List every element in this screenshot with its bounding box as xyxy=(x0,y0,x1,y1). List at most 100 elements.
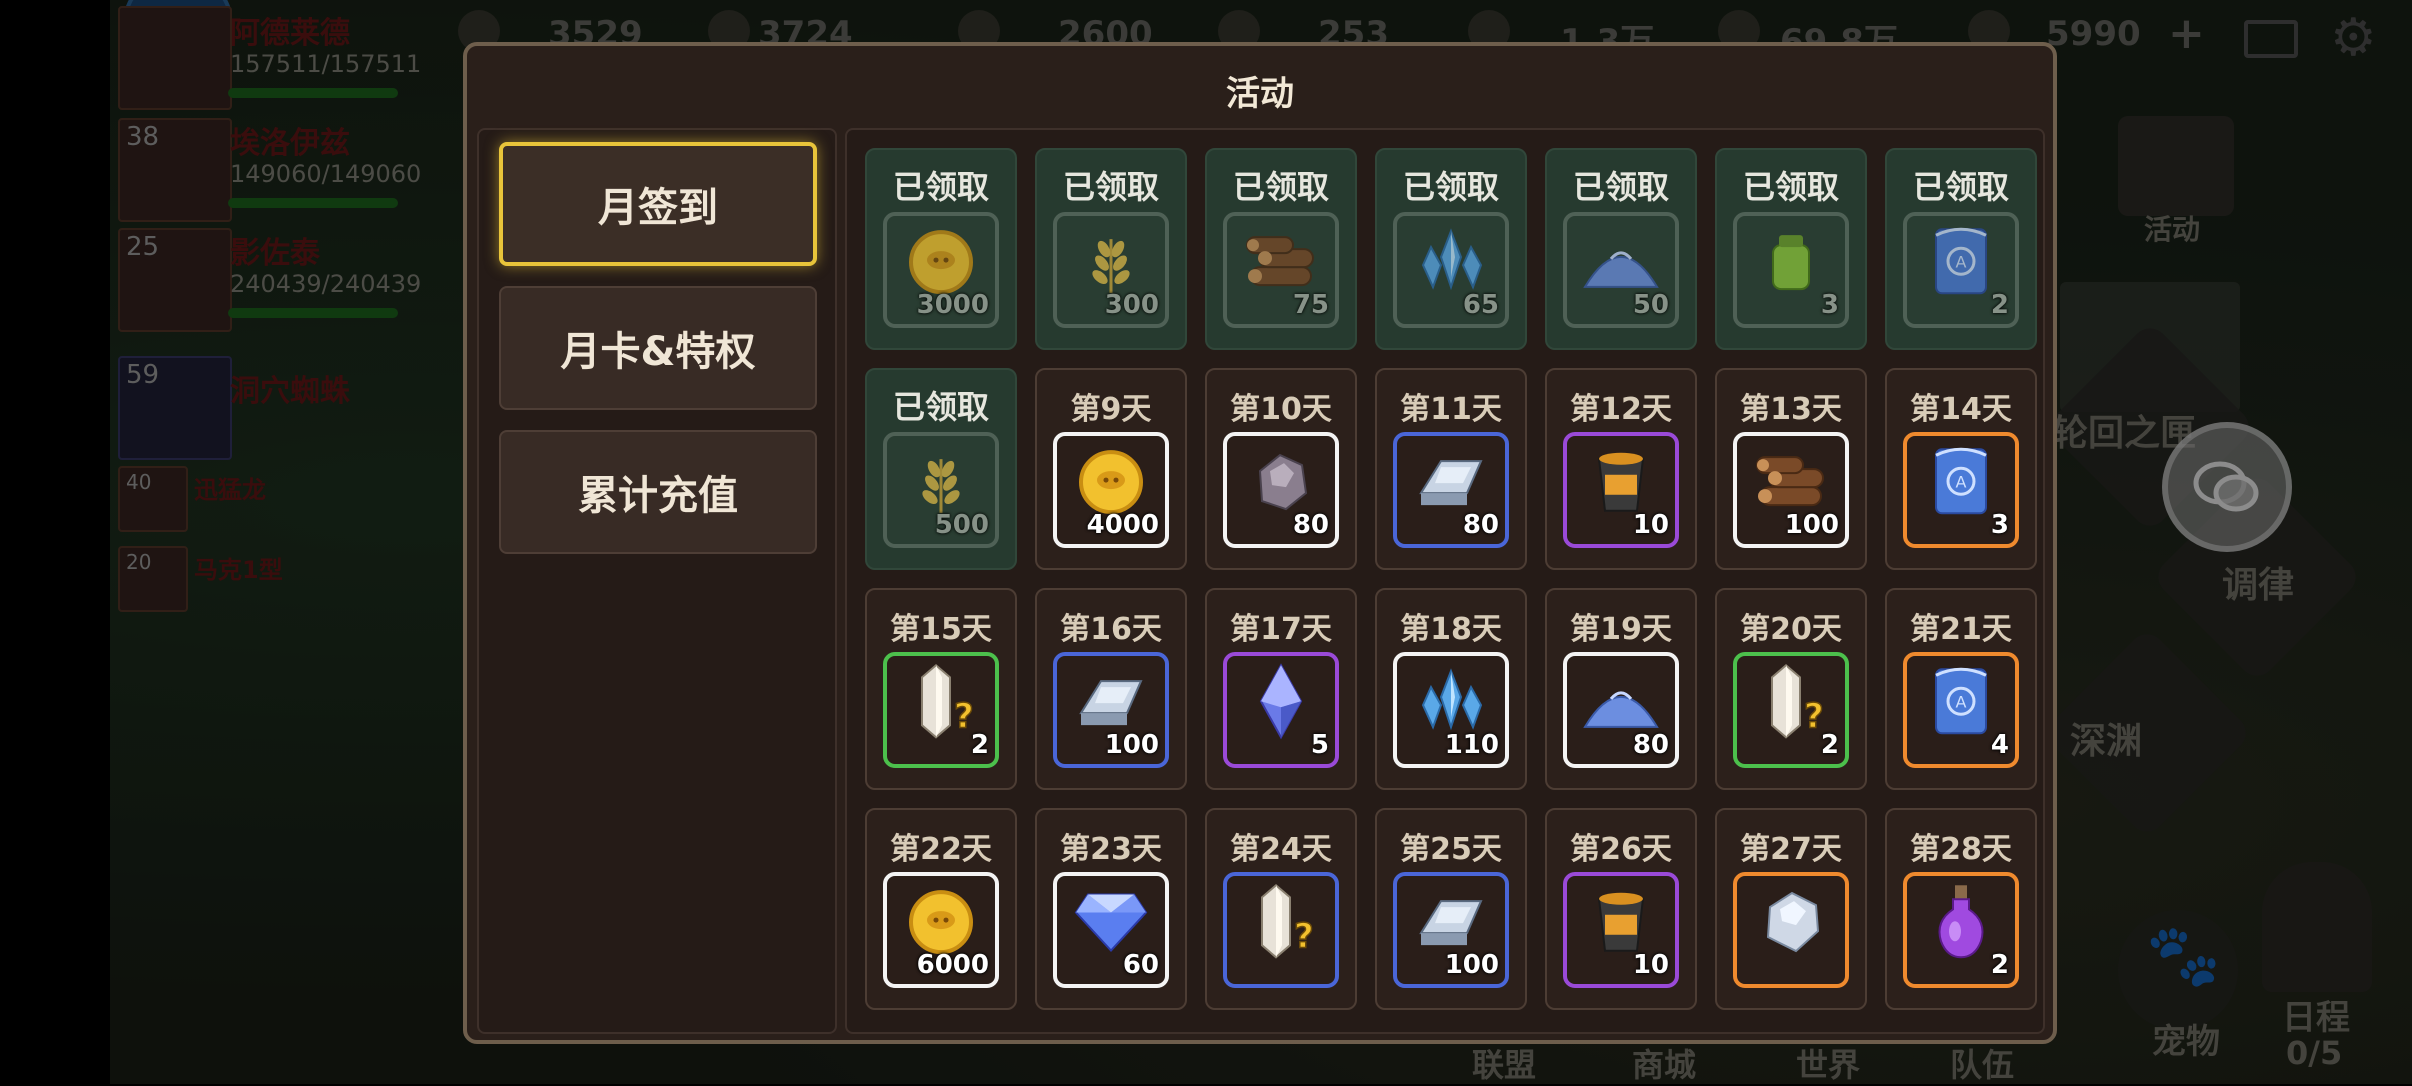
reward-quantity: 10 xyxy=(1632,950,1669,980)
day-label: 第18天 xyxy=(1400,612,1502,647)
reward-quantity: 50 xyxy=(1632,290,1669,320)
reward-quantity: 3 xyxy=(1990,510,2009,540)
day-reward-cell[interactable]: 第27天 xyxy=(1715,808,1867,1010)
day-reward-cell[interactable]: 第17天 5 xyxy=(1205,588,1357,790)
reward-item-slot[interactable]: 5 xyxy=(1223,652,1339,768)
reward-item-slot[interactable]: 4000 xyxy=(1053,432,1169,548)
reward-item-slot[interactable]: A2 xyxy=(1903,212,2019,328)
day-reward-cell[interactable]: 第14天 A 3 xyxy=(1885,368,2037,570)
reward-item-slot[interactable]: ? 2 xyxy=(1733,652,1849,768)
day-reward-claimed[interactable]: 已领取 A 2 xyxy=(1885,148,2037,350)
reward-item-slot[interactable]: 80 xyxy=(1223,432,1339,548)
scroll-icon: A xyxy=(1926,661,1996,745)
diamond-icon xyxy=(1074,891,1148,959)
day-reward-cell[interactable]: 第16天 100 xyxy=(1035,588,1187,790)
day-reward-cell[interactable]: 第10天 80 xyxy=(1205,368,1357,570)
day-label: 第16天 xyxy=(1060,612,1162,647)
day-reward-cell[interactable]: 第23天 60 xyxy=(1035,808,1187,1010)
svg-text:A: A xyxy=(1956,252,1967,271)
reward-quantity: 5 xyxy=(1310,730,1329,760)
reward-item-slot[interactable]: A4 xyxy=(1903,652,2019,768)
reward-quantity: 80 xyxy=(1632,730,1669,760)
reward-quantity: 100 xyxy=(1444,950,1499,980)
day-label: 第20天 xyxy=(1740,612,1842,647)
day-reward-claimed[interactable]: 已领取 300 xyxy=(1035,148,1187,350)
day-label: 第22天 xyxy=(890,832,992,867)
reward-quantity: 300 xyxy=(1104,290,1159,320)
reward-item-slot[interactable] xyxy=(1733,872,1849,988)
reward-item-slot[interactable]: ? xyxy=(1223,872,1339,988)
reward-item-slot[interactable]: 110 xyxy=(1393,652,1509,768)
day-reward-cell[interactable]: 第24天? xyxy=(1205,808,1357,1010)
day-label: 第14天 xyxy=(1910,392,2012,427)
reward-item-slot[interactable]: 50 xyxy=(1563,212,1679,328)
day-reward-claimed[interactable]: 已领取 75 xyxy=(1205,148,1357,350)
reward-item-slot[interactable]: 100 xyxy=(1393,872,1509,988)
day-label: 第23天 xyxy=(1060,832,1162,867)
reward-quantity: 60 xyxy=(1122,950,1159,980)
claimed-label: 已领取 xyxy=(1912,168,2009,206)
tab-monthly-signin[interactable]: 月签到 xyxy=(499,142,817,266)
reward-item-slot[interactable]: 500 xyxy=(883,432,999,548)
day-reward-claimed[interactable]: 已领取 65 xyxy=(1375,148,1527,350)
reward-quantity: 110 xyxy=(1444,730,1499,760)
silver-stone-icon xyxy=(1756,887,1826,961)
day-reward-cell[interactable]: 第26天 10 xyxy=(1545,808,1697,1010)
claimed-label: 已领取 xyxy=(1742,168,1839,206)
reward-quantity: 100 xyxy=(1104,730,1159,760)
reward-quantity: 80 xyxy=(1462,510,1499,540)
reward-item-slot[interactable]: 10 xyxy=(1563,432,1679,548)
reward-quantity: 4000 xyxy=(1086,510,1159,540)
claimed-label: 已领取 xyxy=(892,388,989,426)
day-reward-claimed[interactable]: 已领取 50 xyxy=(1545,148,1697,350)
day-reward-cell[interactable]: 第18天 110 xyxy=(1375,588,1527,790)
activity-tab-list: 月签到 月卡&特权 累计充值 xyxy=(477,128,837,1034)
reward-quantity: 2 xyxy=(1990,290,2009,320)
day-reward-cell[interactable]: 第11天 80 xyxy=(1375,368,1527,570)
reward-item-slot[interactable]: 100 xyxy=(1053,652,1169,768)
tab-cumulative-recharge[interactable]: 累计充值 xyxy=(499,430,817,554)
reward-item-slot[interactable]: 300 xyxy=(1053,212,1169,328)
reward-item-slot[interactable]: 80 xyxy=(1393,432,1509,548)
claimed-label: 已领取 xyxy=(1062,168,1159,206)
reward-quantity: 2 xyxy=(970,730,989,760)
day-label: 第28天 xyxy=(1910,832,2012,867)
reward-item-slot[interactable]: A3 xyxy=(1903,432,2019,548)
reward-item-slot[interactable]: 65 xyxy=(1393,212,1509,328)
reward-quantity: 80 xyxy=(1292,510,1329,540)
reward-item-slot[interactable]: 10 xyxy=(1563,872,1679,988)
soul-gem-icon xyxy=(1251,661,1311,745)
tab-monthly-card-privileges[interactable]: 月卡&特权 xyxy=(499,286,817,410)
day-reward-cell[interactable]: 第15天 ? 2 xyxy=(865,588,1017,790)
reward-item-slot[interactable]: 80 xyxy=(1563,652,1679,768)
day-label: 第15天 xyxy=(890,612,992,647)
day-reward-cell[interactable]: 第22天 6000 xyxy=(865,808,1017,1010)
reward-quantity: 6000 xyxy=(916,950,989,980)
reward-item-slot[interactable]: ? 2 xyxy=(883,652,999,768)
day-label: 第12天 xyxy=(1570,392,1672,427)
reward-item-slot[interactable]: 3000 xyxy=(883,212,999,328)
day-reward-cell[interactable]: 第13天 100 xyxy=(1715,368,1867,570)
day-reward-cell[interactable]: 第28天 2 xyxy=(1885,808,2037,1010)
reward-item-slot[interactable]: 2 xyxy=(1903,872,2019,988)
day-reward-cell[interactable]: 第25天 100 xyxy=(1375,808,1527,1010)
day-reward-cell[interactable]: 第19天 80 xyxy=(1545,588,1697,790)
day-label: 第27天 xyxy=(1740,832,1842,867)
reward-quantity: 4 xyxy=(1990,730,2009,760)
day-reward-claimed[interactable]: 已领取 3000 xyxy=(865,148,1017,350)
day-label: 第24天 xyxy=(1230,832,1332,867)
scroll-icon: A xyxy=(1926,221,1996,305)
day-label: 第9天 xyxy=(1070,392,1152,427)
day-reward-cell[interactable]: 第21天 A 4 xyxy=(1885,588,2037,790)
day-reward-cell[interactable]: 第9天 4000 xyxy=(1035,368,1187,570)
reward-item-slot[interactable]: 75 xyxy=(1223,212,1339,328)
day-reward-cell[interactable]: 第12天 10 xyxy=(1545,368,1697,570)
day-reward-cell[interactable]: 第20天 ? 2 xyxy=(1715,588,1867,790)
reward-item-slot[interactable]: 3 xyxy=(1733,212,1849,328)
claimed-label: 已领取 xyxy=(1232,168,1329,206)
reward-item-slot[interactable]: 60 xyxy=(1053,872,1169,988)
day-reward-claimed[interactable]: 已领取 3 xyxy=(1715,148,1867,350)
day-reward-claimed[interactable]: 已领取 500 xyxy=(865,368,1017,570)
reward-item-slot[interactable]: 100 xyxy=(1733,432,1849,548)
reward-item-slot[interactable]: 6000 xyxy=(883,872,999,988)
